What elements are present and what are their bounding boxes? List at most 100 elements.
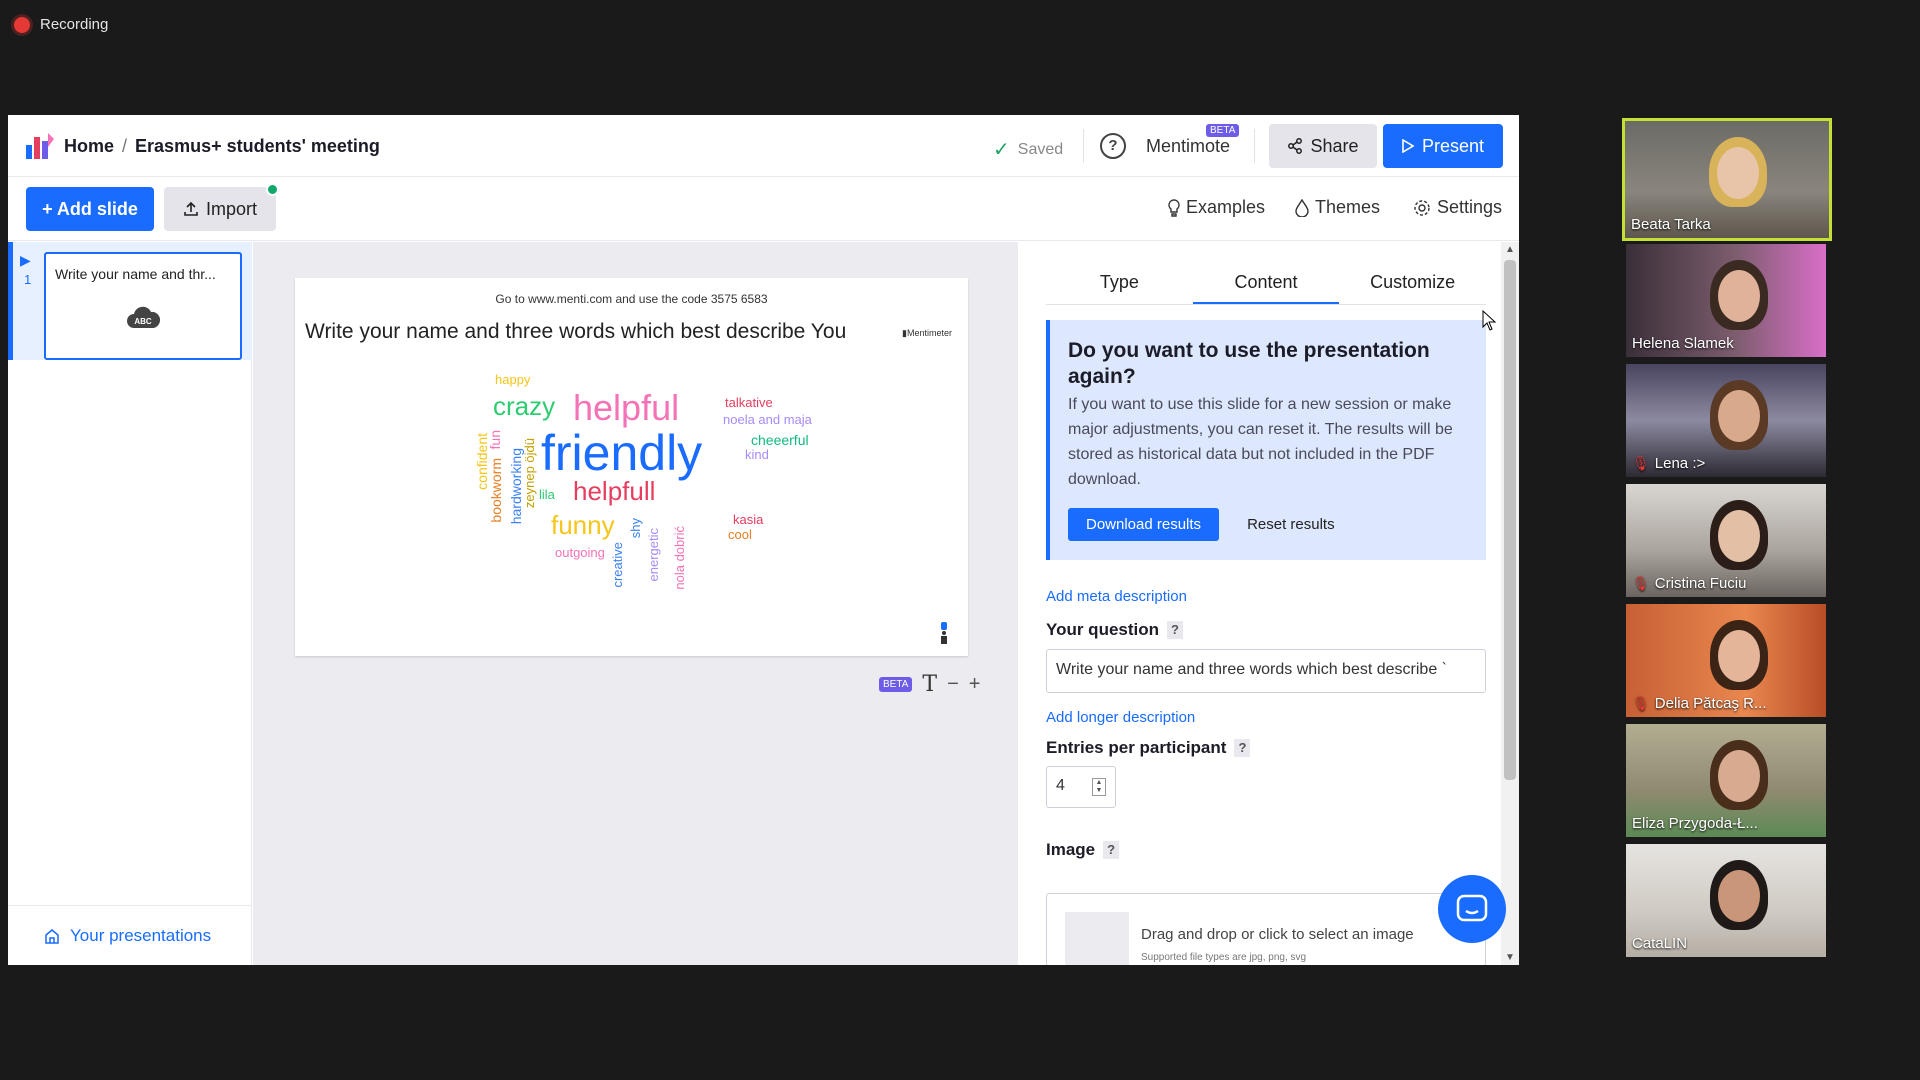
image-supported-types: Supported file types are jpg, png, svg — [1141, 952, 1307, 963]
your-presentations-label: Your presentations — [70, 925, 212, 945]
stepper-arrows-icon[interactable]: ▲ ▼ — [1092, 778, 1106, 796]
slide-preview[interactable]: Go to www.menti.com and use the code 357… — [295, 278, 968, 656]
slide-list-item[interactable]: ▶ 1 Write your name and thr... ABC — [8, 242, 252, 360]
tab-customize[interactable]: Customize — [1339, 262, 1486, 304]
mentimeter-logo-icon[interactable] — [26, 133, 54, 159]
saved-label: Saved — [1017, 140, 1064, 158]
slide-thumbnail[interactable]: Write your name and thr... ABC — [44, 252, 242, 360]
participant-video-tile[interactable]: CataLIN — [1626, 844, 1826, 957]
text-size-icon[interactable]: T — [922, 672, 937, 697]
participant-name-label: Delia Pătcaş R... — [1654, 695, 1767, 712]
chat-icon — [1456, 894, 1488, 922]
mentimote-button[interactable]: Mentimote — [1146, 136, 1230, 157]
participant-face — [1718, 270, 1760, 322]
participant-video-tile[interactable]: 🎙 Delia Pătcaş R... — [1626, 604, 1826, 717]
share-label: Share — [1310, 135, 1359, 156]
panel-tabs: Type Content Customize — [1046, 262, 1486, 305]
notice-text: If you want to use this slide for a new … — [1068, 396, 1453, 488]
home-icon — [45, 928, 59, 944]
slide-number: 1 — [24, 272, 32, 287]
word-cloud-word: nola dobrić — [672, 526, 687, 590]
play-icon — [1402, 139, 1414, 153]
import-label: Import — [205, 198, 257, 219]
participant-face — [1718, 750, 1760, 802]
lightbulb-icon — [1168, 198, 1180, 217]
add-slide-button[interactable]: + Add slide — [26, 187, 154, 231]
participant-name: CataLIN — [1632, 935, 1687, 952]
present-label: Present — [1421, 135, 1485, 156]
image-help-icon[interactable]: ? — [1103, 841, 1120, 859]
image-drop-text: Drag and drop or click to select an imag… — [1141, 926, 1414, 943]
question-help-icon[interactable]: ? — [1167, 621, 1184, 639]
tab-type[interactable]: Type — [1046, 262, 1193, 304]
new-indicator-dot — [266, 183, 279, 196]
import-button[interactable]: Import — [164, 187, 276, 231]
zoom-beta-badge: BETA — [879, 677, 913, 692]
editor-toolbar: + Add slide Import Examples Themes Setti… — [8, 177, 1519, 241]
scroll-up-icon[interactable]: ▲ — [1505, 244, 1515, 255]
scroll-down-icon[interactable]: ▼ — [1505, 952, 1515, 963]
mentimote-beta-badge: BETA — [1206, 124, 1240, 137]
reset-results-button[interactable]: Reset results — [1247, 516, 1335, 533]
word-cloud-word: helpfull — [573, 476, 656, 506]
panel-scrollbar[interactable]: ▲ ▼ — [1501, 242, 1519, 965]
word-cloud-word: creative — [610, 542, 625, 588]
scrollbar-thumb[interactable] — [1504, 260, 1516, 780]
breadcrumb-separator: / — [122, 136, 128, 156]
word-cloud-word: fun — [487, 430, 503, 450]
entries-stepper[interactable]: 4 ▲ ▼ — [1046, 766, 1116, 808]
settings-button[interactable]: Settings — [1413, 197, 1502, 218]
slides-sidebar: ▶ 1 Write your name and thr... ABC Your … — [8, 242, 252, 965]
word-cloud-word: energetic — [646, 528, 661, 582]
question-label-row: Your question ? — [1046, 620, 1184, 640]
word-cloud-word: zeynep öjdü — [522, 438, 537, 509]
mic-muted-icon: 🎙 — [1632, 455, 1650, 471]
help-icon[interactable]: ? — [1100, 133, 1126, 159]
share-button[interactable]: Share — [1269, 124, 1377, 168]
breadcrumb-home-link[interactable]: Home — [64, 136, 114, 157]
reuse-presentation-notice: Do you want to use the presentation agai… — [1046, 320, 1486, 560]
present-button[interactable]: Present — [1383, 124, 1503, 168]
word-cloud-word: funny — [551, 510, 615, 540]
participant-icon — [941, 622, 947, 644]
zoom-in-button[interactable]: + — [969, 673, 981, 696]
participant-face — [1718, 390, 1760, 442]
slide-question-title: Write your name and three words which be… — [305, 320, 847, 343]
themes-button[interactable]: Themes — [1295, 197, 1380, 218]
question-input[interactable]: Write your name and three words which be… — [1046, 649, 1486, 693]
share-icon — [1288, 138, 1303, 154]
upload-icon — [184, 201, 198, 216]
word-cloud-word: cool — [728, 527, 752, 542]
image-dropzone[interactable]: Drag and drop or click to select an imag… — [1046, 893, 1486, 965]
participant-name-label: Cristina Fuciu — [1654, 575, 1747, 592]
participant-video-tile[interactable]: Helena Slamek — [1626, 244, 1826, 357]
examples-button[interactable]: Examples — [1168, 197, 1265, 218]
add-meta-description-link[interactable]: Add meta description — [1046, 588, 1187, 605]
question-label: Your question — [1046, 620, 1160, 639]
entries-label-row: Entries per participant ? — [1046, 738, 1251, 758]
participant-video-tile[interactable]: 🎙 Cristina Fuciu — [1626, 484, 1826, 597]
notice-actions: Download results Reset results — [1068, 508, 1335, 541]
zoom-meeting-window: Recording Home / Erasmus+ students' meet… — [0, 0, 1920, 1080]
zoom-out-button[interactable]: − — [947, 673, 959, 696]
word-cloud-word: happy — [495, 372, 531, 387]
participant-video-tile[interactable]: 🎙 Lena :> — [1626, 364, 1826, 477]
word-cloud-word: lila — [539, 487, 555, 502]
divider — [1254, 129, 1255, 163]
participant-video-tile[interactable]: Eliza Przygoda-Ł... — [1626, 724, 1826, 837]
divider — [1083, 129, 1084, 163]
themes-label: Themes — [1315, 197, 1381, 217]
chat-support-button[interactable] — [1438, 875, 1506, 943]
word-cloud-word: talkative — [725, 395, 773, 410]
entries-help-icon[interactable]: ? — [1234, 739, 1251, 757]
add-longer-description-link[interactable]: Add longer description — [1046, 709, 1195, 726]
tab-content[interactable]: Content — [1192, 262, 1340, 304]
join-code-text: Go to www.menti.com and use the code 357… — [495, 292, 768, 306]
participant-name: Helena Slamek — [1632, 335, 1734, 352]
your-presentations-link[interactable]: Your presentations — [8, 905, 252, 965]
participant-video-tile[interactable]: Beata Tarka — [1622, 118, 1832, 241]
play-icon[interactable]: ▶ — [20, 252, 31, 269]
download-results-button[interactable]: Download results — [1068, 508, 1220, 541]
presentation-title[interactable]: Erasmus+ students' meeting — [135, 136, 380, 157]
participant-face — [1717, 147, 1759, 199]
